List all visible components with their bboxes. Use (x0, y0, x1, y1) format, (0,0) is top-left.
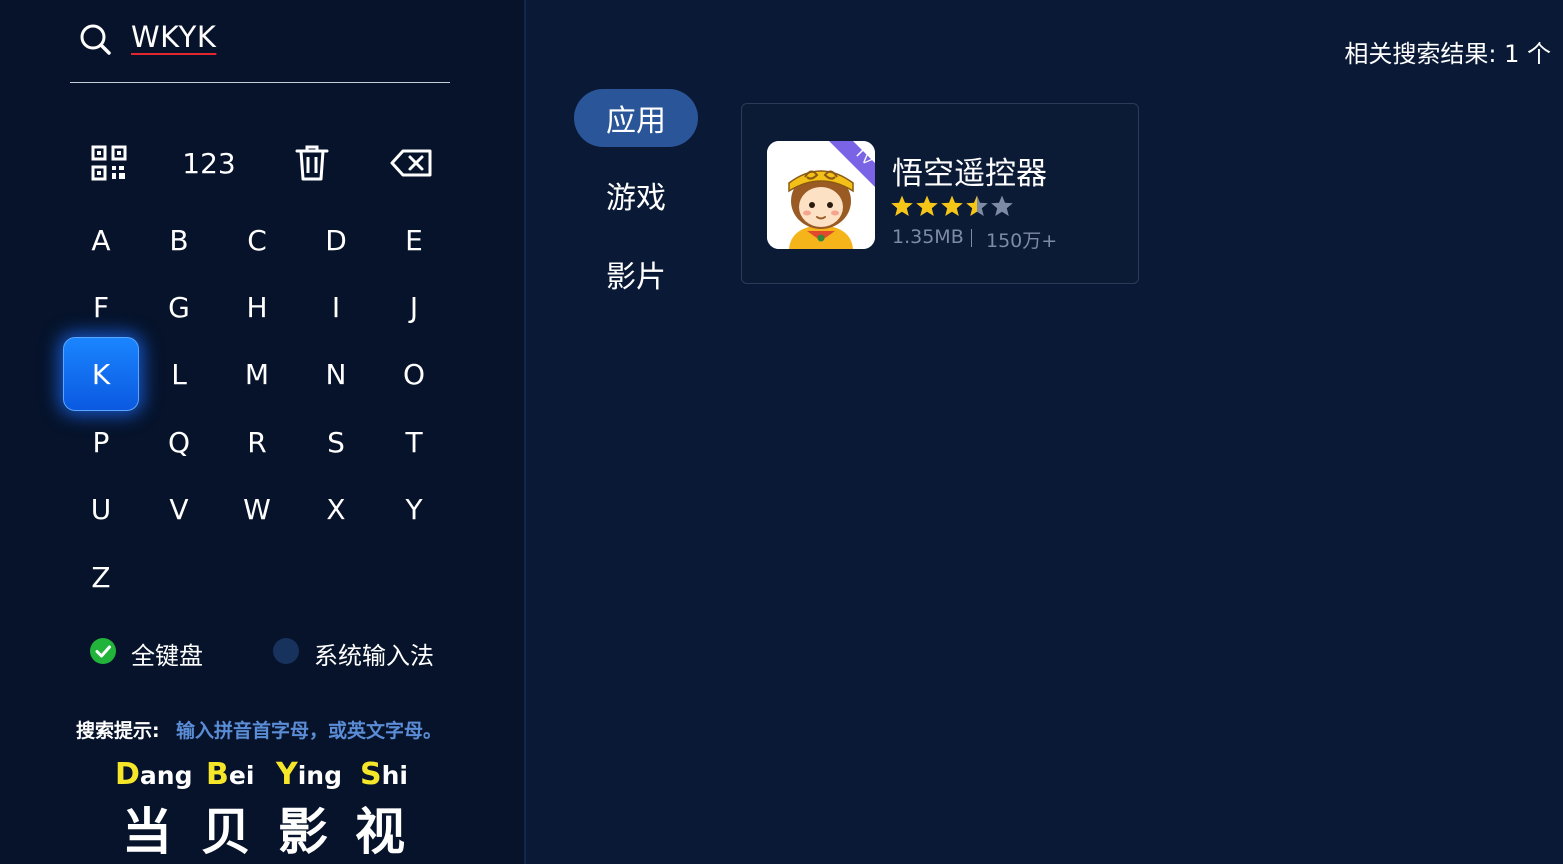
qr-code-button[interactable] (69, 135, 149, 191)
key-p[interactable]: P (63, 405, 139, 479)
trash-icon (295, 145, 329, 181)
app-size: 1.35MB (892, 226, 964, 248)
radio-unchecked-icon[interactable] (273, 638, 299, 664)
key-s[interactable]: S (298, 405, 374, 479)
meta-divider (971, 229, 972, 247)
star-icon (941, 195, 963, 216)
backspace-button[interactable] (372, 135, 452, 191)
system-input-option[interactable]: 系统输入法 (314, 636, 434, 671)
key-o[interactable]: O (376, 337, 452, 411)
rating-stars (890, 194, 1014, 218)
key-t[interactable]: T (376, 405, 452, 479)
search-result-count: 相关搜索结果: 1 个 (1344, 40, 1551, 68)
app-result-card[interactable]: TV 悟空遥控器 1.35MB 150万+ (741, 103, 1139, 284)
key-c[interactable]: C (219, 203, 295, 277)
key-g[interactable]: G (141, 270, 217, 344)
brand-char-dang: 当 (122, 803, 172, 861)
search-query[interactable]: WKYK (131, 20, 216, 54)
key-l[interactable]: L (141, 337, 217, 411)
search-hint-label: 搜索提示: (76, 720, 160, 742)
panel-divider (524, 0, 526, 864)
key-h[interactable]: H (219, 270, 295, 344)
numeric-keyboard-button[interactable]: 123 (169, 135, 249, 191)
brand-char-ying: 影 (278, 803, 328, 861)
key-z[interactable]: Z (63, 540, 139, 614)
key-n[interactable]: N (298, 337, 374, 411)
app-downloads: 150万+ (986, 230, 1058, 252)
key-k[interactable]: K (63, 337, 139, 411)
key-f[interactable]: F (63, 270, 139, 344)
tab-games[interactable]: 游戏 (574, 166, 698, 224)
key-d[interactable]: D (298, 203, 374, 277)
star-icon (966, 195, 988, 216)
search-underline (70, 82, 450, 83)
brand-pinyin-dang: Dang (115, 757, 193, 792)
key-q[interactable]: Q (141, 405, 217, 479)
left-panel: WKYK 123 A B C D E F G H I J K L M N O P… (0, 0, 524, 864)
backspace-icon (390, 149, 432, 177)
key-r[interactable]: R (219, 405, 295, 479)
key-m[interactable]: M (219, 337, 295, 411)
key-e[interactable]: E (376, 203, 452, 277)
key-j[interactable]: J (376, 270, 452, 344)
star-icon (916, 195, 938, 216)
search-icon (80, 24, 111, 55)
star-icon (891, 195, 913, 216)
key-b[interactable]: B (141, 203, 217, 277)
check-icon[interactable] (90, 638, 116, 664)
brand-pinyin-ying: Ying (276, 757, 342, 792)
key-w[interactable]: W (219, 472, 295, 546)
clear-button[interactable] (272, 135, 352, 191)
brand-char-shi: 视 (355, 803, 405, 861)
key-y[interactable]: Y (376, 472, 452, 546)
key-v[interactable]: V (141, 472, 217, 546)
key-i[interactable]: I (298, 270, 374, 344)
brand-char-bei: 贝 (201, 803, 251, 861)
key-u[interactable]: U (63, 472, 139, 546)
brand-pinyin-shi: Shi (360, 757, 408, 792)
brand-pinyin-bei: Bei (206, 757, 255, 792)
tab-movies[interactable]: 影片 (574, 245, 698, 303)
key-x[interactable]: X (298, 472, 374, 546)
app-name: 悟空遥控器 (892, 156, 1047, 192)
qr-code-icon (91, 145, 127, 181)
key-a[interactable]: A (63, 203, 139, 277)
star-icon (991, 195, 1013, 216)
search-hint-text: 输入拼音首字母，或英文字母。 (176, 720, 443, 742)
tab-apps[interactable]: 应用 (574, 89, 698, 147)
full-keyboard-option[interactable]: 全键盘 (131, 636, 203, 671)
